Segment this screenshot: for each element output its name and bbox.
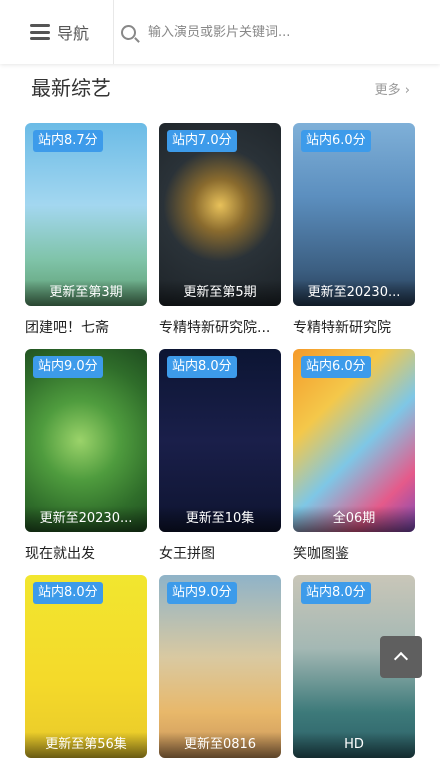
update-status: HD <box>293 732 415 758</box>
back-to-top-button[interactable] <box>380 636 422 678</box>
show-card[interactable]: 站内6.0分 全06期 笑咖图鉴 <box>293 349 415 563</box>
show-poster[interactable]: 站内6.0分 全06期 <box>293 349 415 532</box>
search-icon[interactable] <box>121 24 136 40</box>
chevron-right-icon: › <box>404 83 410 98</box>
show-title[interactable]: 专精特新研究院... <box>159 317 277 337</box>
show-title[interactable]: 专精特新研究院 <box>293 317 411 337</box>
update-status: 更新至第3期 <box>25 280 147 306</box>
show-card[interactable]: 站内8.0分 更新至第56集 <box>25 575 147 758</box>
rating-badge: 站内7.0分 <box>167 130 237 152</box>
show-card[interactable]: 站内9.0分 更新至0816 <box>159 575 281 758</box>
rating-badge: 站内9.0分 <box>167 582 237 604</box>
show-card[interactable]: 站内6.0分 更新至20230... 专精特新研究院 <box>293 123 415 337</box>
show-poster[interactable]: 站内9.0分 更新至0816 <box>159 575 281 758</box>
search-bar[interactable] <box>121 20 421 44</box>
show-poster[interactable]: 站内9.0分 更新至20230... <box>25 349 147 532</box>
menu-icon <box>30 24 50 40</box>
show-card[interactable]: 站内7.0分 更新至第5期 专精特新研究院... <box>159 123 281 337</box>
update-status: 更新至第5期 <box>159 280 281 306</box>
show-poster[interactable]: 站内8.0分 更新至10集 <box>159 349 281 532</box>
rating-badge: 站内6.0分 <box>301 130 371 152</box>
show-poster[interactable]: 站内7.0分 更新至第5期 <box>159 123 281 306</box>
show-title[interactable]: 笑咖图鉴 <box>293 543 411 563</box>
update-status: 更新至第56集 <box>25 732 147 758</box>
more-label: 更多 <box>374 83 401 98</box>
rating-badge: 站内9.0分 <box>33 356 103 378</box>
show-title[interactable]: 团建吧！七斋 <box>25 317 143 337</box>
section-title: 最新综艺 <box>31 76 111 100</box>
top-bar: 导航 <box>0 0 440 64</box>
update-status: 更新至20230... <box>25 506 147 532</box>
show-poster[interactable]: 站内8.7分 更新至第3期 <box>25 123 147 306</box>
update-status: 更新至0816 <box>159 732 281 758</box>
show-poster[interactable]: 站内8.0分 更新至第56集 <box>25 575 147 758</box>
nav-menu-button[interactable]: 导航 <box>30 20 89 44</box>
rating-badge: 站内8.0分 <box>33 582 103 604</box>
update-status: 更新至20230... <box>293 280 415 306</box>
update-status: 更新至10集 <box>159 506 281 532</box>
show-card[interactable]: 站内8.0分 更新至10集 女王拼图 <box>159 349 281 563</box>
show-poster[interactable]: 站内6.0分 更新至20230... <box>293 123 415 306</box>
rating-badge: 站内6.0分 <box>301 356 371 378</box>
show-card[interactable]: 站内8.7分 更新至第3期 团建吧！七斋 <box>25 123 147 337</box>
nav-label: 导航 <box>57 24 90 43</box>
more-link[interactable]: 更多 › <box>375 79 410 98</box>
show-title[interactable]: 女王拼图 <box>159 543 277 563</box>
show-title[interactable]: 现在就出发 <box>25 543 143 563</box>
rating-badge: 站内8.0分 <box>301 582 371 604</box>
rating-badge: 站内8.7分 <box>33 130 103 152</box>
search-input[interactable] <box>148 24 408 40</box>
chevron-up-icon <box>393 651 409 667</box>
rating-badge: 站内8.0分 <box>167 356 237 378</box>
update-status: 全06期 <box>293 506 415 532</box>
show-card[interactable]: 站内9.0分 更新至20230... 现在就出发 <box>25 349 147 563</box>
header-divider <box>113 0 114 64</box>
